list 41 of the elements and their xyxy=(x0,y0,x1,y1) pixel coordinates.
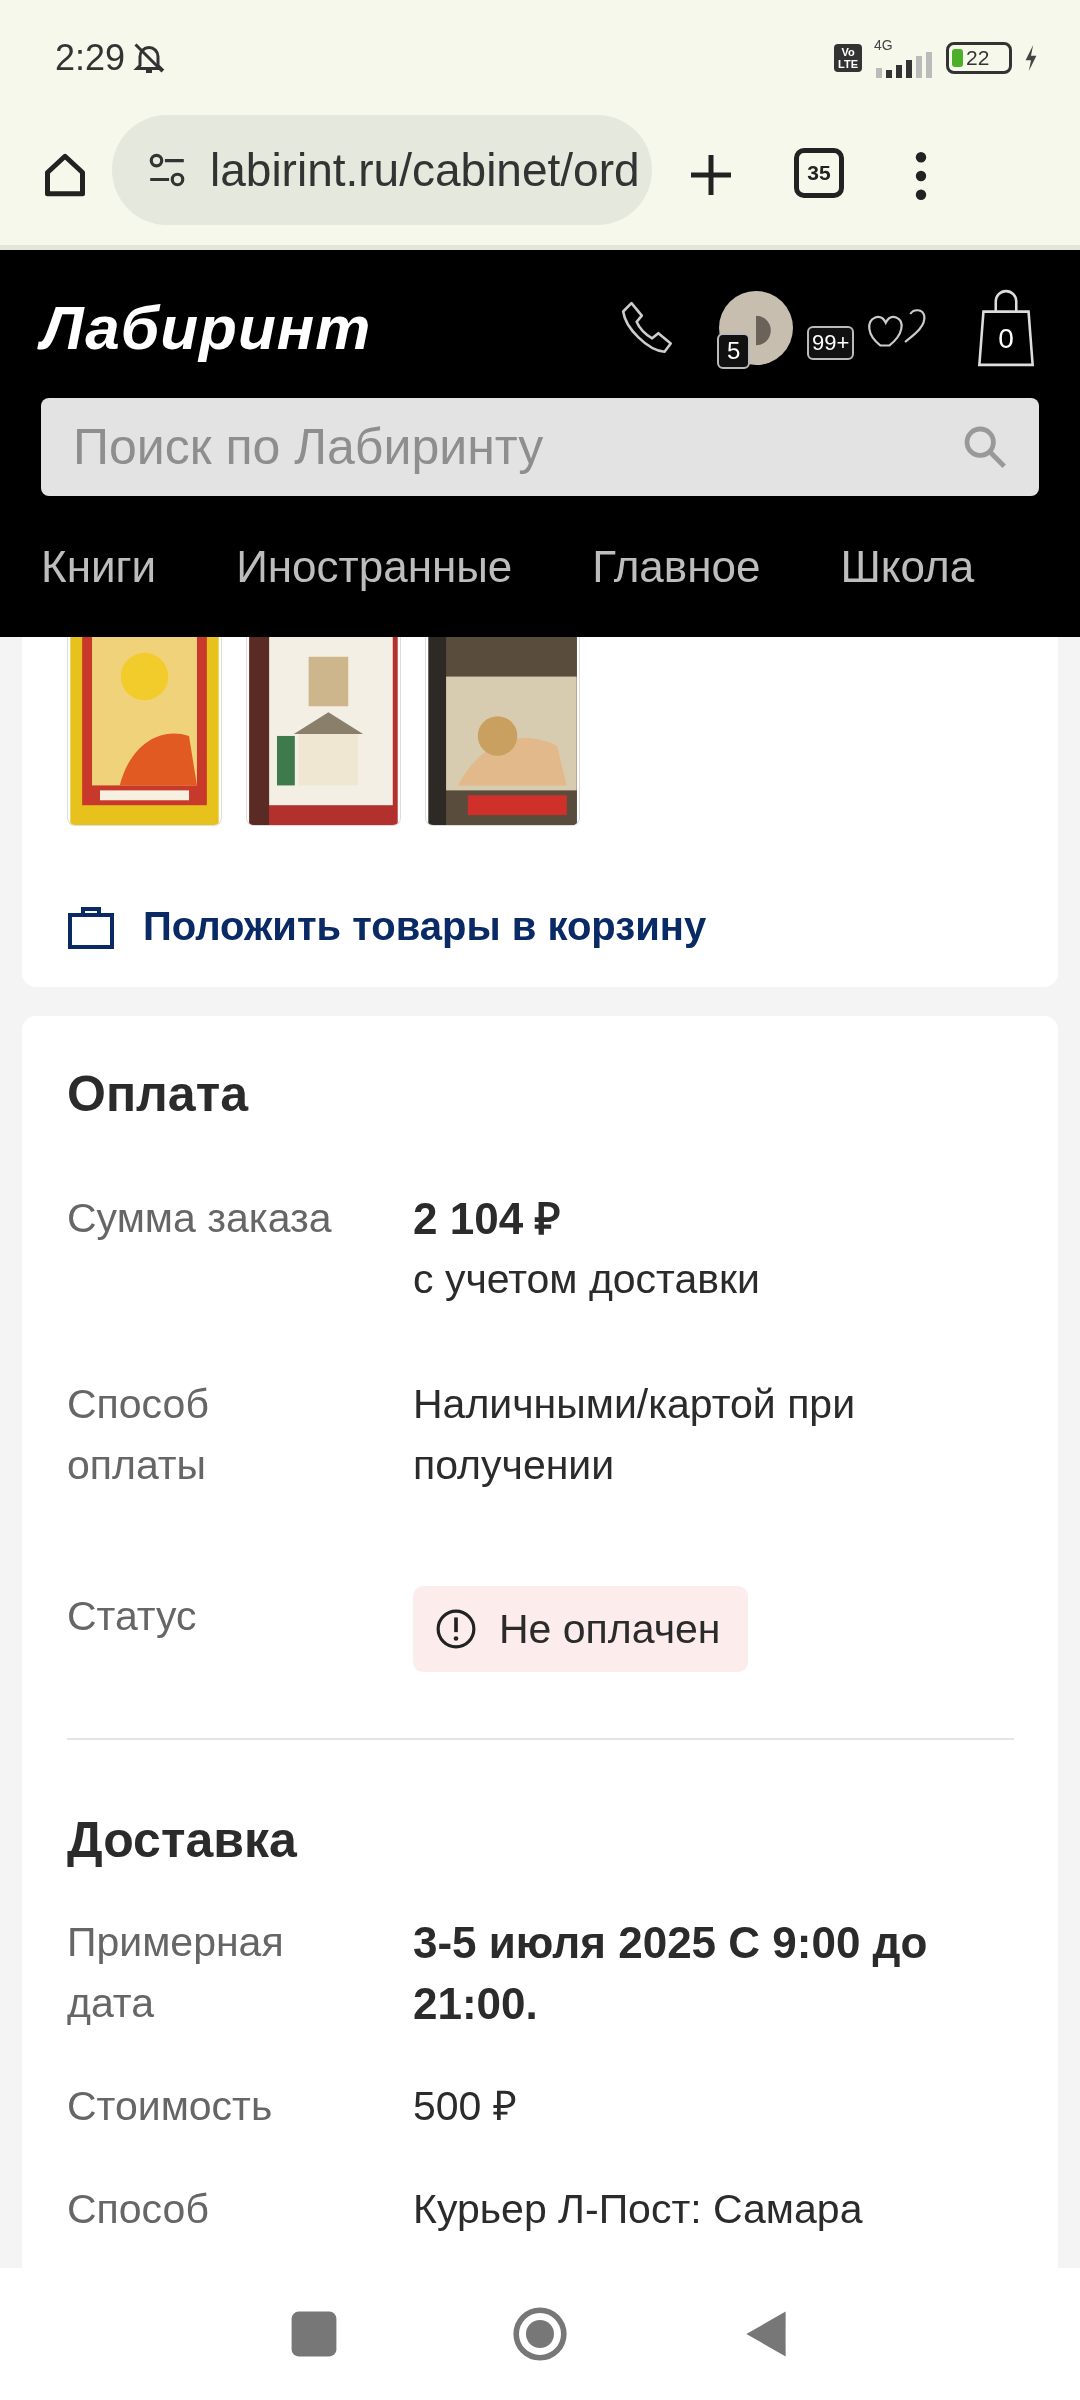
clock-time: 2:29 xyxy=(55,36,126,79)
category-tab[interactable]: Главное xyxy=(592,541,761,592)
field-label: Стоимость xyxy=(67,2082,274,2131)
battery-charge xyxy=(952,48,963,67)
home-button-icon[interactable] xyxy=(512,2306,568,2362)
field-value: Курьер Л-Пост: Самара xyxy=(413,2185,864,2234)
url-text: labirint.ru/cabinet/ord xyxy=(210,143,640,197)
field-note: с учетом доставки xyxy=(413,1255,761,1304)
count-badge: 99+ xyxy=(807,325,855,360)
field-label: Статус xyxy=(67,1592,198,1641)
exclamation-circle-icon xyxy=(435,1608,477,1650)
cart-count: 0 xyxy=(998,322,1014,355)
battery-percent: 22 xyxy=(966,47,990,68)
search-input[interactable]: Поиск по Лабиринту xyxy=(71,417,961,477)
add-to-cart-link[interactable]: Положить товары в корзину xyxy=(67,904,707,949)
volte-text: LTE xyxy=(838,57,858,70)
more-menu-icon[interactable] xyxy=(914,151,928,201)
field-label: Способ xyxy=(67,2185,210,2234)
tab-count-button[interactable]: 35 xyxy=(794,148,844,198)
volte-text: Vo xyxy=(841,45,855,58)
category-tab[interactable]: Школа xyxy=(840,541,975,592)
count-badge: 5 xyxy=(717,332,751,369)
section-title: Доставка xyxy=(67,1811,298,1870)
field-label: Способ оплаты xyxy=(67,1380,210,1490)
field-label: Сумма заказа xyxy=(67,1194,333,1243)
charging-bolt-icon xyxy=(1024,44,1038,71)
address-bar[interactable]: labirint.ru/cabinet/ord xyxy=(112,115,652,225)
field-value: 3-5 июля 2025 С 9:00 до 21:00. xyxy=(413,1917,929,2030)
search-bar[interactable]: Поиск по Лабиринту xyxy=(41,398,1039,496)
field-label: Примерная дата xyxy=(67,1918,285,2028)
section-title: Оплата xyxy=(67,1065,250,1124)
category-tab[interactable]: Иностранные xyxy=(236,541,513,592)
signal-icon xyxy=(874,51,934,78)
payment-status-badge: Не оплачен xyxy=(413,1586,749,1672)
order-total: 2 104 ₽ xyxy=(413,1193,563,1245)
shopping-bag-icon xyxy=(67,904,115,949)
field-value: Наличными/картой при получении xyxy=(413,1380,857,1490)
category-tab[interactable]: Книги xyxy=(41,541,157,592)
shopping-bag-button[interactable]: 0 xyxy=(973,286,1039,369)
network-type: 4G xyxy=(874,37,893,52)
field-value: 500 ₽ xyxy=(413,2082,518,2131)
